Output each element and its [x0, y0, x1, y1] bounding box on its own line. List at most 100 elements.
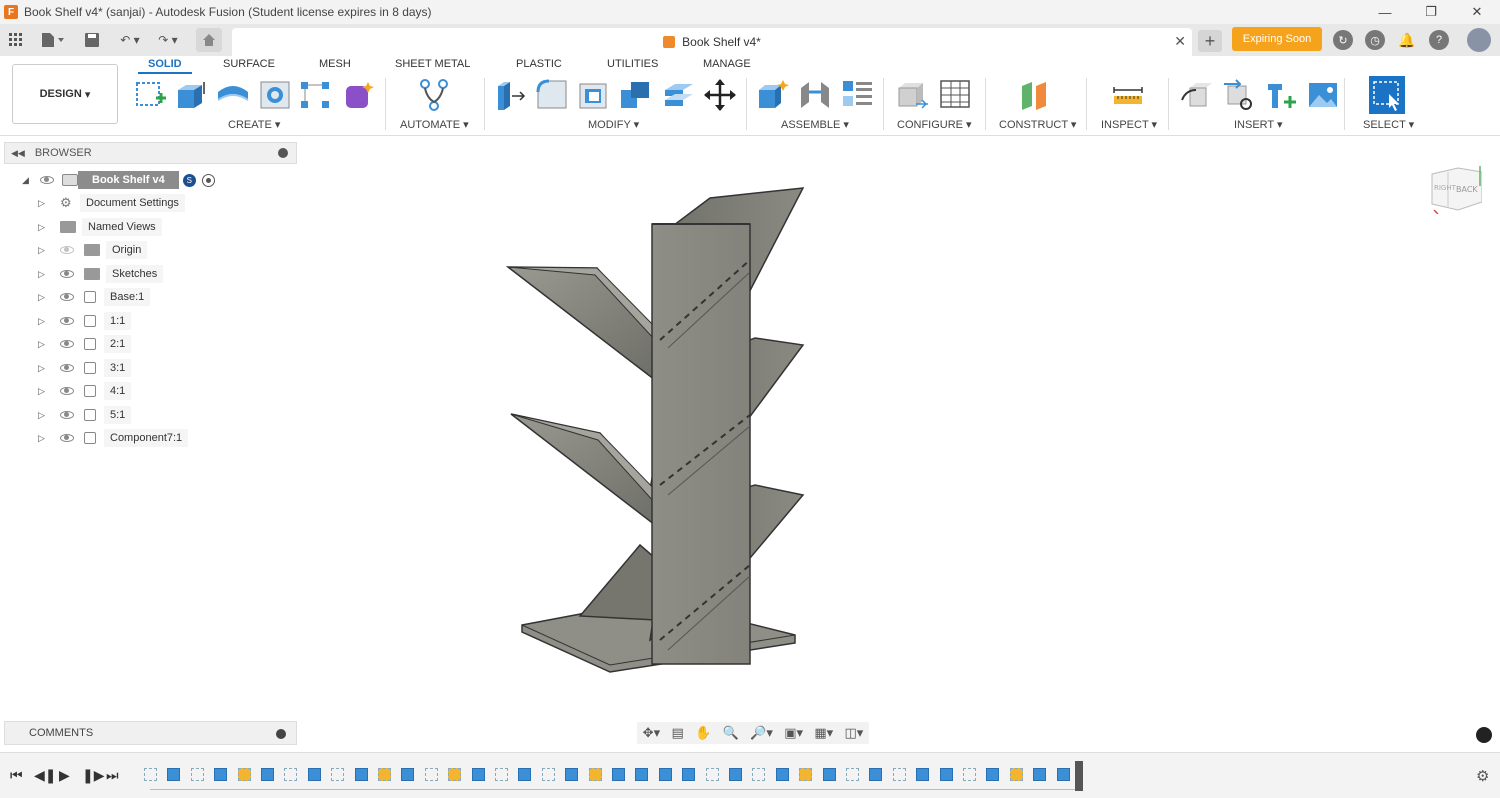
tab-plastic[interactable]: PLASTIC — [516, 58, 562, 70]
timeline-sketch-icon[interactable] — [752, 768, 766, 781]
timeline-extrude-icon[interactable] — [401, 768, 415, 781]
timeline-sketch-icon[interactable] — [1009, 768, 1023, 781]
construct-menu[interactable]: CONSTRUCT ▾ — [999, 118, 1076, 131]
close-window-button[interactable]: ✕ — [1454, 0, 1500, 24]
expand-triangle-icon[interactable]: ▷ — [38, 245, 48, 256]
timeline-extrude-icon[interactable] — [869, 768, 883, 781]
automate-icon[interactable] — [417, 78, 451, 112]
step-back-icon[interactable]: ◀❚ — [34, 767, 57, 784]
viewcube-right-face[interactable]: RIGHT — [1434, 184, 1457, 192]
timeline-extrude-icon[interactable] — [658, 768, 672, 781]
add-comment-icon[interactable] — [276, 729, 286, 739]
zoom-window-icon[interactable]: 🔎▾ — [750, 725, 773, 741]
timeline-sketch-icon[interactable] — [963, 768, 976, 781]
inspect-menu[interactable]: INSPECT ▾ — [1101, 118, 1157, 131]
minimize-button[interactable]: — — [1362, 0, 1408, 24]
undo-icon[interactable]: ↶ ▾ — [116, 30, 144, 50]
configuration-table-icon[interactable] — [938, 78, 972, 112]
tree-item-5[interactable]: ▷ 5:1 — [38, 405, 132, 425]
insert-canvas-icon[interactable] — [1306, 78, 1340, 112]
visibility-eye-icon[interactable] — [60, 270, 74, 278]
document-tab[interactable]: Book Shelf v4* ✕ — [232, 28, 1192, 56]
pan-hand-icon[interactable]: ✋ — [695, 725, 711, 741]
timeline-sketch-icon[interactable] — [237, 768, 251, 781]
chat-bubble-icon[interactable] — [1476, 727, 1492, 743]
configure-menu[interactable]: CONFIGURE ▾ — [897, 118, 972, 131]
fillet-icon[interactable] — [535, 78, 569, 112]
workspace-switcher-button[interactable]: DESIGN ▾ — [12, 64, 118, 124]
timeline-extrude-icon[interactable] — [775, 768, 789, 781]
browser-panel-header[interactable]: ◀◀ BROWSER — [4, 142, 297, 164]
expand-triangle-icon[interactable]: ◢ — [22, 175, 32, 186]
pattern-icon[interactable] — [298, 78, 332, 112]
play-icon[interactable]: ▶ — [59, 767, 70, 784]
expand-triangle-icon[interactable]: ▷ — [38, 433, 48, 444]
tree-item-2[interactable]: ▷ 2:1 — [38, 334, 132, 354]
timeline-sketch-icon[interactable] — [448, 768, 462, 781]
orbit-icon[interactable]: ✥▾ — [643, 725, 660, 741]
timeline-sketch-icon[interactable] — [495, 768, 508, 781]
file-menu-icon[interactable] — [40, 30, 66, 50]
tab-manage[interactable]: MANAGE — [703, 58, 751, 70]
job-status-icon[interactable]: ◷ — [1365, 30, 1385, 50]
timeline-sketch-icon[interactable] — [588, 768, 602, 781]
expand-triangle-icon[interactable]: ▷ — [38, 386, 48, 397]
tab-mesh[interactable]: MESH — [319, 58, 351, 70]
timeline-extrude-icon[interactable] — [307, 768, 321, 781]
expand-triangle-icon[interactable]: ▷ — [38, 222, 48, 233]
timeline-sketch-icon[interactable] — [284, 768, 298, 781]
joint-icon[interactable] — [798, 78, 832, 112]
timeline-extrude-icon[interactable] — [354, 768, 368, 781]
bookshelf-model-viewport[interactable] — [500, 180, 820, 680]
timeline-extrude-icon[interactable] — [939, 768, 953, 781]
timeline-sketch-icon[interactable] — [892, 768, 906, 781]
viewports-icon[interactable]: ◫▾ — [845, 725, 864, 741]
tab-sheet-metal[interactable]: SHEET METAL — [395, 58, 470, 70]
tree-root[interactable]: ◢ Book Shelf v4 S — [22, 170, 215, 190]
timeline-sketch-icon[interactable] — [705, 768, 719, 781]
expand-triangle-icon[interactable]: ▷ — [38, 269, 48, 280]
timeline-extrude-icon[interactable] — [729, 768, 742, 781]
viewcube-back-face[interactable]: BACK — [1456, 185, 1478, 194]
create-sketch-icon[interactable] — [134, 78, 168, 112]
timeline-extrude-icon[interactable] — [565, 768, 579, 781]
tree-item-1[interactable]: ▷ 1:1 — [38, 311, 132, 331]
tree-item-document-settings[interactable]: ▷ ⚙ Document Settings — [38, 193, 185, 213]
redo-icon[interactable]: ↷ ▾ — [154, 30, 182, 50]
activate-radio-icon[interactable] — [201, 173, 215, 187]
timeline-extrude-icon[interactable] — [1056, 768, 1070, 781]
notifications-bell-icon[interactable]: 🔔 — [1397, 30, 1417, 50]
combine-icon[interactable] — [618, 78, 652, 112]
revolve-icon[interactable] — [216, 78, 250, 112]
step-forward-icon[interactable]: ❚▶ — [82, 767, 105, 784]
restore-button[interactable]: ❐ — [1408, 0, 1454, 24]
timeline-extrude-icon[interactable] — [1033, 768, 1047, 781]
timeline-sketch-icon[interactable] — [846, 768, 859, 781]
visibility-eye-icon[interactable] — [40, 176, 54, 184]
zoom-icon[interactable]: 🔍 — [723, 725, 739, 741]
new-tab-button[interactable]: + — [1198, 30, 1222, 52]
visibility-eye-icon[interactable] — [60, 434, 74, 442]
assemble-menu[interactable]: ASSEMBLE ▾ — [781, 118, 849, 131]
user-avatar[interactable] — [1467, 28, 1491, 52]
tree-item-named-views[interactable]: ▷ Named Views — [38, 217, 162, 237]
hidden-eye-icon[interactable] — [60, 246, 74, 254]
tab-surface[interactable]: SURFACE — [223, 58, 275, 70]
timeline-extrude-icon[interactable] — [167, 768, 181, 781]
select-menu[interactable]: SELECT ▾ — [1363, 118, 1414, 131]
insert-derive-icon[interactable] — [1180, 78, 1214, 112]
insert-menu[interactable]: INSERT ▾ — [1234, 118, 1283, 131]
save-icon[interactable] — [84, 30, 100, 50]
move-copy-icon[interactable] — [703, 78, 737, 112]
extrude-icon[interactable] — [174, 78, 208, 112]
timeline-sketch-icon[interactable] — [424, 768, 438, 781]
insert-link-icon[interactable] — [1222, 78, 1256, 112]
go-to-end-icon[interactable]: ⏭ — [106, 767, 119, 784]
visibility-eye-icon[interactable] — [60, 411, 74, 419]
hole-icon[interactable] — [258, 78, 292, 112]
measure-icon[interactable] — [1111, 78, 1145, 112]
offset-plane-icon[interactable] — [1019, 78, 1053, 112]
form-icon[interactable] — [342, 78, 376, 112]
tree-item-base[interactable]: ▷ Base:1 — [38, 287, 151, 307]
visibility-eye-icon[interactable] — [60, 364, 74, 372]
